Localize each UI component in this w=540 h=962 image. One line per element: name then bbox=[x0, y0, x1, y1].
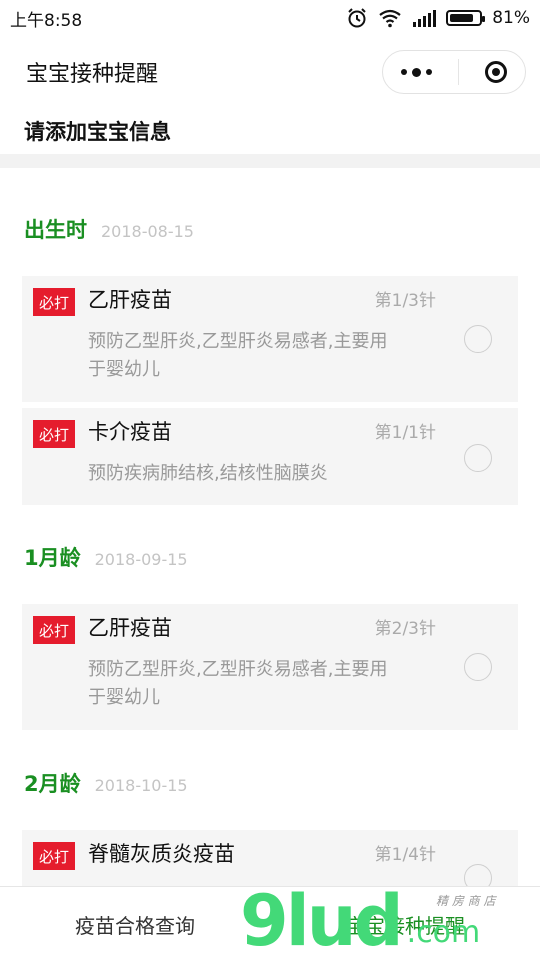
section-header: 2月龄 2018-10-15 bbox=[24, 768, 188, 798]
section-date: 2018-09-15 bbox=[94, 550, 188, 569]
vaccine-card[interactable]: 必打 乙肝疫苗 第1/3针 预防乙型肝炎,乙型肝炎易感者,主要用 于婴幼儿 bbox=[22, 276, 518, 402]
description-line: 于婴幼儿 bbox=[88, 359, 160, 380]
battery-percent: 81% bbox=[492, 8, 530, 28]
page-title: 宝宝接种提醒 bbox=[26, 62, 159, 87]
section-date: 2018-08-15 bbox=[101, 222, 194, 241]
watermark-text: 9lud bbox=[240, 880, 404, 962]
section-title: 1月龄 bbox=[24, 546, 81, 570]
add-baby-info-link[interactable]: 请添加宝宝信息 bbox=[24, 116, 171, 146]
more-menu-button[interactable] bbox=[401, 67, 432, 77]
vaccine-dose: 第1/3针 bbox=[374, 291, 436, 311]
section-title: 出生时 bbox=[24, 218, 87, 242]
required-badge: 必打 bbox=[33, 842, 75, 870]
section-date: 2018-10-15 bbox=[94, 776, 188, 795]
description-line: 于婴幼儿 bbox=[88, 687, 160, 708]
section-divider bbox=[0, 154, 540, 168]
alarm-icon bbox=[348, 8, 366, 28]
vaccine-dose: 第2/3针 bbox=[374, 619, 436, 639]
required-badge: 必打 bbox=[33, 420, 75, 448]
done-checkbox[interactable] bbox=[464, 864, 492, 886]
vaccine-card[interactable]: 必打 脊髓灰质炎疫苗 第1/4针 bbox=[22, 830, 518, 886]
nav-bar: 宝宝接种提醒 bbox=[0, 36, 540, 108]
miniprogram-capsule bbox=[382, 50, 526, 94]
done-checkbox[interactable] bbox=[464, 325, 492, 353]
vaccine-name: 卡介疫苗 bbox=[88, 420, 172, 444]
section-header: 1月龄 2018-09-15 bbox=[24, 542, 188, 572]
description-line: 预防疾病肺结核,结核性脑膜炎 bbox=[88, 463, 328, 484]
vaccine-name: 乙肝疫苗 bbox=[88, 616, 172, 640]
watermark-domain: .com bbox=[406, 915, 481, 950]
vaccine-dose: 第1/4针 bbox=[374, 845, 436, 865]
description-line: 预防乙型肝炎,乙型肝炎易感者,主要用 bbox=[88, 659, 388, 680]
vaccine-description: 预防乙型肝炎,乙型肝炎易感者,主要用 于婴幼儿 bbox=[88, 328, 438, 384]
status-bar: 上午8:58 81% bbox=[0, 0, 540, 36]
capsule-divider bbox=[458, 59, 459, 85]
done-checkbox[interactable] bbox=[464, 653, 492, 681]
close-miniprogram-icon[interactable] bbox=[485, 61, 507, 83]
vaccine-card[interactable]: 必打 卡介疫苗 第1/1针 预防疾病肺结核,结核性脑膜炎 bbox=[22, 408, 518, 505]
status-icons: 81% bbox=[346, 7, 530, 29]
vaccine-dose: 第1/1针 bbox=[374, 423, 436, 443]
signal-icon bbox=[413, 10, 437, 27]
done-checkbox[interactable] bbox=[464, 444, 492, 472]
vaccine-description: 预防疾病肺结核,结核性脑膜炎 bbox=[88, 460, 438, 488]
vaccine-description: 预防乙型肝炎,乙型肝炎易感者,主要用 于婴幼儿 bbox=[88, 656, 438, 712]
watermark-logo: 9lud .com 精 房 商 店 bbox=[240, 880, 495, 962]
required-badge: 必打 bbox=[33, 288, 75, 316]
section-header: 出生时 2018-08-15 bbox=[24, 214, 194, 244]
vaccine-name: 乙肝疫苗 bbox=[88, 288, 172, 312]
status-time: 上午8:58 bbox=[10, 10, 83, 31]
required-badge: 必打 bbox=[33, 616, 75, 644]
vaccine-card[interactable]: 必打 乙肝疫苗 第2/3针 预防乙型肝炎,乙型肝炎易感者,主要用 于婴幼儿 bbox=[22, 604, 518, 730]
vaccine-name: 脊髓灰质炎疫苗 bbox=[88, 842, 235, 866]
tab-vaccine-query[interactable]: 疫苗合格查询 bbox=[0, 887, 270, 961]
description-line: 预防乙型肝炎,乙型肝炎易感者,主要用 bbox=[88, 331, 388, 352]
section-title: 2月龄 bbox=[24, 772, 81, 796]
watermark-caption: 精 房 商 店 bbox=[436, 894, 496, 908]
wifi-icon bbox=[379, 9, 401, 28]
battery-icon bbox=[446, 10, 486, 26]
